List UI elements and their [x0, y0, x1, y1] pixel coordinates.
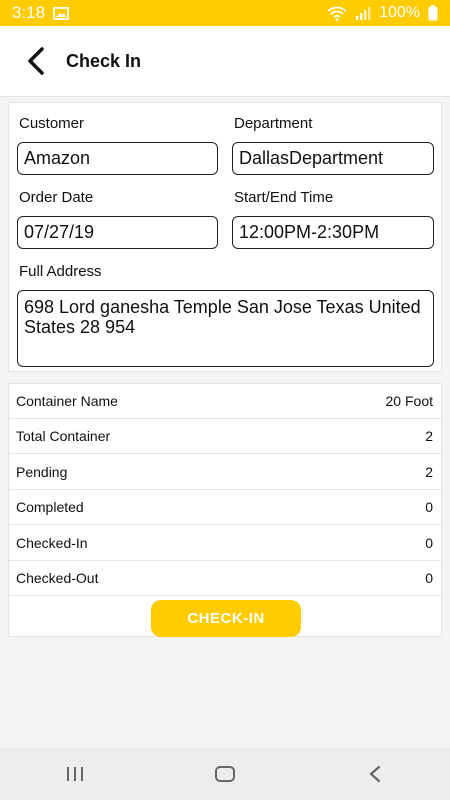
wifi-icon — [327, 6, 347, 21]
system-nav-bar — [0, 748, 450, 800]
order-date-field[interactable]: 07/27/19 — [17, 216, 218, 249]
summary-row-checked-in: Checked-In 0 — [9, 526, 441, 561]
order-date-label: Order Date — [19, 189, 94, 206]
recent-apps-button[interactable] — [45, 754, 105, 794]
back-arrow-icon — [28, 47, 44, 75]
time-label: Start/End Time — [234, 189, 334, 206]
row-value: 2 — [425, 464, 433, 480]
app-bar: Check In — [0, 26, 450, 97]
home-icon — [215, 766, 235, 782]
department-label: Department — [234, 115, 313, 132]
start-end-time-field[interactable]: 12:00PM-2:30PM — [232, 216, 434, 249]
row-label: Checked-Out — [16, 570, 99, 586]
battery-icon — [428, 5, 438, 21]
time-value: 12:00PM-2:30PM — [239, 222, 380, 242]
page-title: Check In — [66, 50, 142, 71]
battery-percent: 100% — [379, 4, 420, 21]
full-address-field[interactable]: 698 Lord ganesha Temple San Jose Texas U… — [17, 290, 434, 367]
order-date-value: 07/27/19 — [24, 222, 95, 242]
full-address-label: Full Address — [19, 263, 102, 280]
container-summary-card: Container Name 20 Foot Total Container 2… — [8, 383, 442, 637]
row-label: Completed — [16, 499, 84, 515]
status-bar: 3:18 100% — [0, 0, 450, 26]
row-value: 0 — [425, 570, 433, 586]
order-details-card: Customer Department Amazon DallasDepartm… — [8, 102, 442, 372]
back-button[interactable] — [8, 33, 64, 89]
check-in-button[interactable]: CHECK-IN — [151, 600, 301, 637]
summary-row-completed: Completed 0 — [9, 490, 441, 525]
recent-apps-icon — [67, 767, 83, 781]
customer-field[interactable]: Amazon — [17, 142, 218, 175]
summary-row-total-container: Total Container 2 — [9, 419, 441, 454]
summary-row-checked-out: Checked-Out 0 — [9, 561, 441, 596]
row-label: Container Name — [16, 393, 118, 409]
department-value: DallasDepartment — [239, 148, 384, 168]
nav-back-button[interactable] — [345, 754, 405, 794]
row-label: Pending — [16, 464, 68, 480]
row-label: Checked-In — [16, 535, 88, 551]
home-button[interactable] — [195, 754, 255, 794]
summary-row-pending: Pending 2 — [9, 455, 441, 490]
row-value: 0 — [425, 499, 433, 515]
customer-label: Customer — [19, 115, 85, 132]
row-label: Total Container — [16, 428, 111, 444]
department-field[interactable]: DallasDepartment — [232, 142, 434, 175]
signal-icon — [356, 7, 371, 20]
status-time: 3:18 — [12, 3, 46, 22]
summary-row-container-name: Container Name 20 Foot — [9, 384, 441, 419]
image-icon — [53, 6, 69, 20]
customer-value: Amazon — [24, 148, 91, 168]
nav-back-icon — [369, 765, 381, 783]
row-value: 0 — [425, 535, 433, 551]
full-address-value: 698 Lord ganesha Temple San Jose Texas U… — [24, 297, 421, 337]
row-value: 20 Foot — [385, 393, 433, 409]
row-value: 2 — [425, 428, 433, 444]
